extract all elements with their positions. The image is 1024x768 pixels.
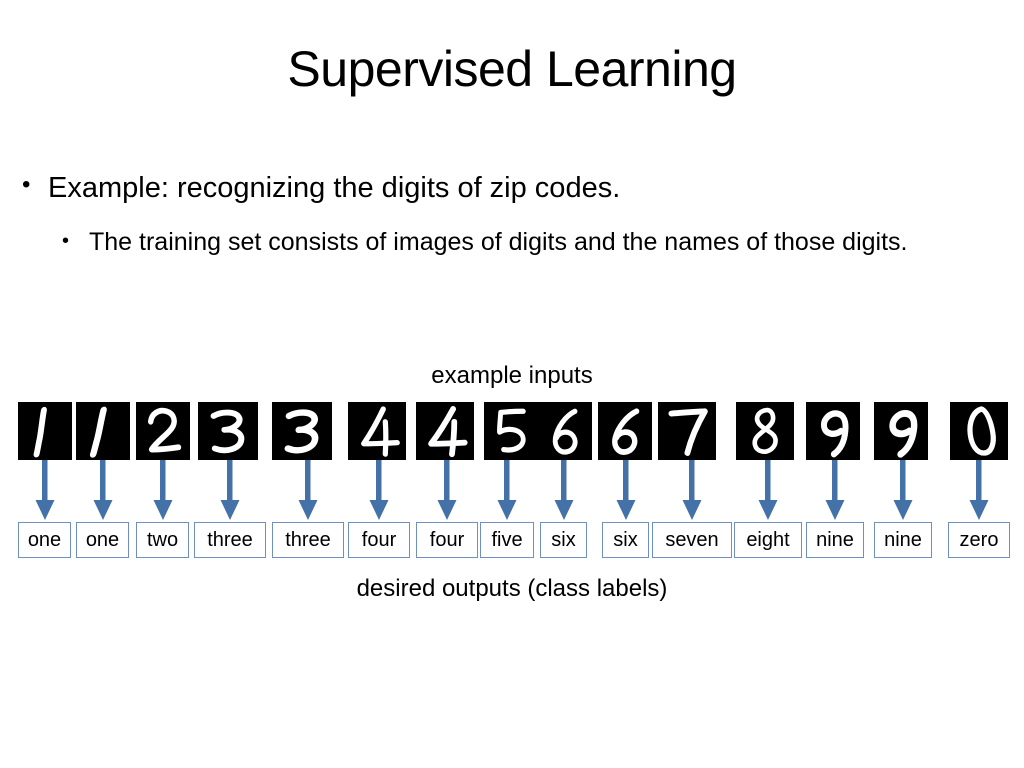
down-arrow-icon [892,460,914,522]
page-title: Supervised Learning [287,41,737,97]
digit-image-tile [18,402,72,460]
down-arrow-icon [92,460,114,522]
down-arrow-icon [615,460,637,522]
class-label-box: three [272,522,344,558]
down-arrow-icon [368,460,390,522]
class-label-box: one [18,522,71,558]
digit-image-tile [272,402,332,460]
digit-image-tile [736,402,794,460]
class-label-box: one [76,522,129,558]
class-label-box: zero [948,522,1010,558]
digit-image-tile [950,402,1008,460]
class-label-box: five [480,522,534,558]
digit-image-tile [658,402,716,460]
class-label-box: eight [734,522,802,558]
down-arrow-icon [681,460,703,522]
class-label-box: nine [806,522,864,558]
class-label-box: six [540,522,587,558]
down-arrow-icon [436,460,458,522]
down-arrow-icon [553,460,575,522]
bullet-level-1: • Example: recognizing the digits of zip… [22,170,982,206]
class-label-box: four [348,522,410,558]
class-label-box: seven [652,522,732,558]
digit-image-tile [416,402,474,460]
example-inputs-caption: example inputs [431,362,593,389]
bullet-level-1-text: Example: recognizing the digits of zip c… [48,172,621,204]
digit-image-tile [76,402,130,460]
desired-outputs-caption: desired outputs (class labels) [356,575,668,602]
class-label-box: nine [874,522,932,558]
bullet-marker-icon: • [22,171,31,198]
class-label-box: two [136,522,189,558]
class-label-box: six [602,522,649,558]
down-arrow-icon [968,460,990,522]
digit-image-row [0,402,1024,460]
digit-image-tile [348,402,406,460]
digit-image-tile [806,402,860,460]
down-arrow-icon [824,460,846,522]
down-arrow-icon [34,460,56,522]
down-arrow-icon [496,460,518,522]
bullet-level-2-text: The training set consists of images of d… [89,228,908,256]
down-arrow-icon [152,460,174,522]
class-label-box: three [194,522,266,558]
digit-image-tile [484,402,538,460]
digit-image-tile [598,402,652,460]
digit-image-tile [198,402,258,460]
class-label-row: one one two three three four four five six six sev… [0,522,1024,560]
arrow-row [0,460,1024,522]
sub-bullet-marker-icon: • [62,230,70,252]
down-arrow-icon [757,460,779,522]
digit-image-tile [538,402,592,460]
digit-image-tile [874,402,928,460]
class-label-box: four [416,522,478,558]
digit-image-tile [136,402,190,460]
down-arrow-icon [219,460,241,522]
down-arrow-icon [297,460,319,522]
bullet-level-2: • The training set consists of images of… [62,226,982,259]
